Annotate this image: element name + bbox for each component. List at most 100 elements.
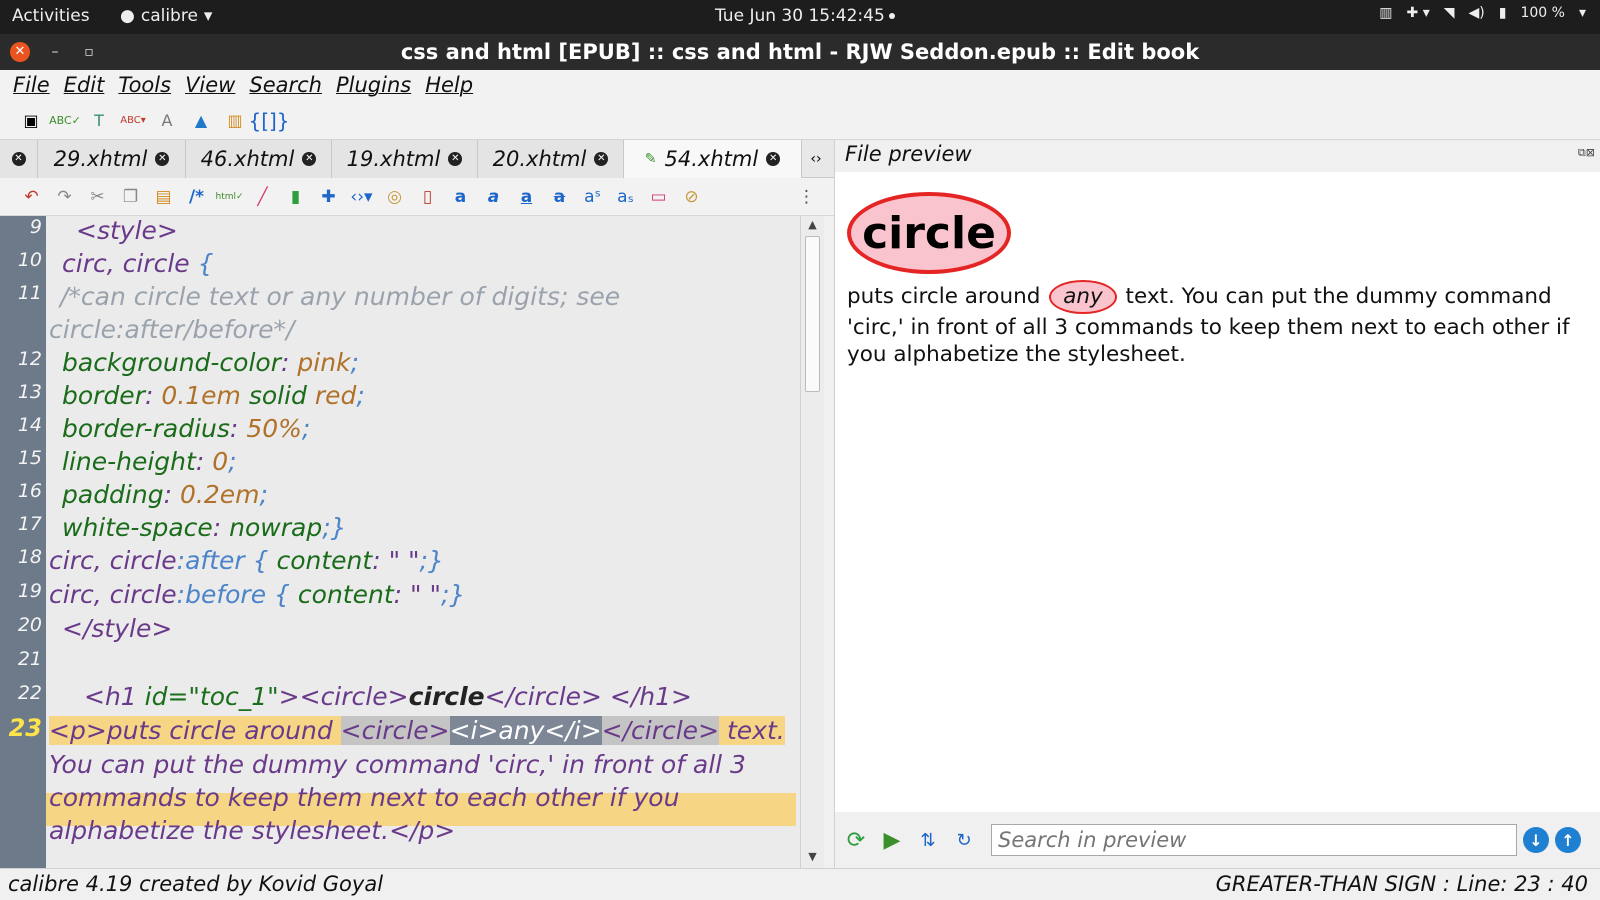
- underline-icon[interactable]: a: [513, 183, 540, 210]
- play-icon[interactable]: ▶: [877, 825, 907, 855]
- font-icon[interactable]: A: [154, 108, 180, 134]
- code-text: circ, circle {: [62, 249, 214, 278]
- menu-file[interactable]: File: [6, 70, 57, 102]
- tab-scroll-arrows-icon[interactable]: ‹›: [802, 140, 830, 178]
- code-tag-icon[interactable]: ‹›▾: [348, 183, 375, 210]
- editor-scrollbar[interactable]: ▲ ▼: [800, 216, 824, 868]
- menu-search[interactable]: Search: [242, 70, 329, 102]
- braces-icon[interactable]: {[]}: [248, 108, 289, 134]
- more-icon[interactable]: ⋮: [793, 183, 820, 210]
- upload-icon[interactable]: ▲: [188, 108, 214, 134]
- code-token: alphabetize the stylesheet.: [49, 816, 390, 845]
- paste-icon[interactable]: ▤: [150, 183, 177, 210]
- clock[interactable]: Tue Jun 30 15:42:45: [715, 6, 895, 26]
- code-token: 50%: [246, 414, 302, 443]
- books-icon[interactable]: ▥: [1379, 5, 1392, 21]
- tab-19-xhtml[interactable]: 19.xhtml ✕: [332, 140, 478, 178]
- code-token: content: [297, 580, 394, 609]
- search-previous-icon[interactable]: ↑: [1555, 827, 1581, 853]
- cut-icon[interactable]: ✂: [84, 183, 111, 210]
- preview-heading-circle: circle: [847, 192, 1011, 274]
- close-icon[interactable]: ✕: [11, 152, 26, 166]
- line-number: 19: [17, 580, 42, 602]
- copy-icon[interactable]: ❐: [117, 183, 144, 210]
- accessibility-icon[interactable]: ✚ ▾: [1407, 5, 1430, 21]
- wifi-icon[interactable]: ◥: [1444, 5, 1455, 21]
- preview-search-input[interactable]: [991, 824, 1517, 856]
- search-next-icon[interactable]: ↓: [1523, 827, 1549, 853]
- subscript-icon[interactable]: aₛ: [612, 183, 639, 210]
- menu-view[interactable]: View: [178, 70, 242, 102]
- code-token: " ": [388, 546, 420, 575]
- tab-20-xhtml[interactable]: 20.xhtml ✕: [478, 140, 624, 178]
- auto-reload-icon[interactable]: ⟳: [841, 825, 871, 855]
- code-token: 0.2em: [179, 480, 260, 509]
- volume-icon[interactable]: ◀): [1469, 5, 1485, 21]
- line-number: 13: [17, 381, 42, 403]
- spelling-icon[interactable]: ABC▾: [120, 108, 146, 134]
- refresh-icon[interactable]: ↻: [949, 825, 979, 855]
- chip-icon[interactable]: ▣: [18, 108, 44, 134]
- battery-icon[interactable]: ▮: [1499, 5, 1507, 21]
- line-number: 11: [17, 282, 42, 304]
- tab-46-xhtml[interactable]: 46.xhtml ✕: [186, 140, 332, 178]
- line-number: 9: [29, 216, 42, 238]
- close-icon[interactable]: ✕: [155, 152, 170, 166]
- delete-icon[interactable]: ▯: [414, 183, 441, 210]
- code-token: solid: [248, 381, 307, 410]
- insert-icon[interactable]: ✚: [315, 183, 342, 210]
- line-number: 12: [17, 348, 42, 370]
- scroll-down-icon[interactable]: ▼: [805, 850, 820, 863]
- code-editor[interactable]: 9 <style> 10 circ, circle { 11 /*can cir…: [0, 216, 824, 868]
- code-token: 0: [212, 447, 229, 476]
- tab-hidden-close[interactable]: ✕: [0, 140, 38, 178]
- code-text: You can put the dummy command 'circ,' in…: [49, 750, 746, 779]
- comment-icon[interactable]: /*: [183, 183, 210, 210]
- menu-plugins[interactable]: Plugins: [329, 70, 418, 102]
- bold-icon[interactable]: a: [447, 183, 474, 210]
- code-token: puts circle around: [106, 716, 341, 745]
- app-menu[interactable]: ● calibre ▾: [120, 6, 212, 26]
- strikethrough-icon[interactable]: a: [546, 183, 573, 210]
- text-format-icon[interactable]: T: [86, 108, 112, 134]
- preview-content[interactable]: circle puts circle around any text. You …: [835, 172, 1600, 812]
- close-icon[interactable]: ✕: [594, 152, 609, 166]
- system-tray[interactable]: ▥ ✚ ▾ ◥ ◀) ▮ 100 % ▾: [1379, 5, 1586, 21]
- close-icon[interactable]: ✕: [302, 152, 317, 166]
- file-icon[interactable]: ▮: [282, 183, 309, 210]
- color-wheel-icon[interactable]: ◎: [381, 183, 408, 210]
- spellcheck-icon[interactable]: ABC✓: [49, 108, 81, 134]
- undo-icon[interactable]: ↶: [18, 183, 45, 210]
- pen-icon[interactable]: ╱: [249, 183, 276, 210]
- sync-icon[interactable]: ⇅: [913, 825, 943, 855]
- rainbow-icon[interactable]: ▭: [645, 183, 672, 210]
- italic-icon[interactable]: a: [480, 183, 507, 210]
- code-token: /*can circle text or any number of digit…: [60, 282, 621, 311]
- scroll-up-icon[interactable]: ▲: [805, 218, 820, 231]
- editor-pane: ✕ 29.xhtml ✕ 46.xhtml ✕ 19.xhtml ✕ 20.xhtml…: [0, 140, 834, 868]
- activities-button[interactable]: Activities: [12, 6, 90, 26]
- redo-icon[interactable]: ↷: [51, 183, 78, 210]
- superscript-icon[interactable]: aˢ: [579, 183, 606, 210]
- menu-tools[interactable]: Tools: [111, 70, 178, 102]
- code-token: text.: [719, 716, 785, 745]
- line-number-gutter: [0, 216, 46, 868]
- tab-54-xhtml[interactable]: ✎ 54.xhtml ✕: [624, 140, 802, 178]
- close-icon[interactable]: ✕: [766, 152, 781, 166]
- library-icon[interactable]: ▥: [222, 108, 248, 134]
- dock-buttons[interactable]: ⧉⊠: [1578, 146, 1595, 160]
- code-text: white-space: nowrap;}: [62, 513, 347, 542]
- no-format-icon[interactable]: ⊘: [678, 183, 705, 210]
- system-top-bar: Activities ● calibre ▾ Tue Jun 30 15:42:…: [0, 0, 1600, 34]
- scrollbar-thumb[interactable]: [805, 236, 820, 392]
- chevron-down-icon[interactable]: ▾: [1579, 5, 1586, 21]
- code-token: circ, circle: [49, 580, 177, 609]
- close-icon[interactable]: ✕: [448, 152, 463, 166]
- preview-toolbar: ⟳ ▶ ⇅ ↻ ↓ ↑: [835, 812, 1600, 868]
- html-check-icon[interactable]: html✓: [215, 183, 243, 210]
- code-token: background-color: [62, 348, 281, 377]
- tab-29-xhtml[interactable]: 29.xhtml ✕: [38, 140, 186, 178]
- line-number: 18: [17, 546, 42, 568]
- menu-edit[interactable]: Edit: [57, 70, 112, 102]
- menu-help[interactable]: Help: [418, 70, 480, 102]
